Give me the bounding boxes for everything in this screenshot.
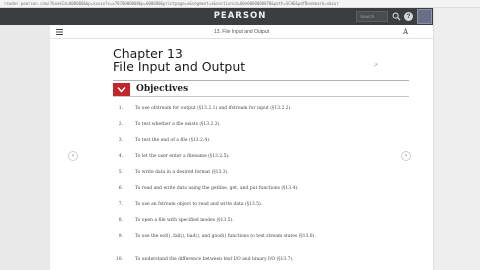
item-text[interactable]: To use ofstream for output (§13.2.1) and… bbox=[135, 105, 403, 112]
avatar[interactable] bbox=[417, 9, 432, 24]
item-number: 1. bbox=[118, 106, 123, 111]
next-page-button[interactable]: › bbox=[401, 151, 411, 161]
previous-page-button[interactable]: ‹ bbox=[68, 151, 78, 161]
search-input[interactable]: Search bbox=[356, 11, 388, 22]
item-text[interactable]: To understand the difference between tex… bbox=[135, 256, 403, 263]
item-text[interactable]: To use the eof(), fail(), bad(), and goo… bbox=[135, 233, 403, 240]
chevron-down-icon bbox=[117, 87, 126, 93]
search-placeholder: Search bbox=[360, 14, 375, 19]
item-text[interactable]: To open a file with specified modes (§13… bbox=[135, 217, 403, 224]
mouse-cursor-icon: ↗ bbox=[373, 63, 379, 69]
chapter-heading: File Input and Output bbox=[113, 59, 246, 74]
item-number: 9. bbox=[118, 234, 123, 239]
item-text[interactable]: To use an fstream object to read and wri… bbox=[135, 201, 403, 208]
item-text[interactable]: To write data in a desired format (§13.3… bbox=[135, 169, 403, 176]
item-number: 6. bbox=[118, 186, 123, 191]
item-number: 3. bbox=[118, 138, 123, 143]
reader-toolbar: 13. File Input and Output A bbox=[50, 25, 433, 39]
item-text[interactable]: To test the end of a file (§13.2.4). bbox=[135, 137, 403, 144]
item-text[interactable]: To test whether a file exists (§13.2.3). bbox=[135, 121, 403, 128]
item-text[interactable]: To let the user enter a filename (§13.2.… bbox=[135, 153, 403, 160]
item-number: 2. bbox=[118, 122, 123, 127]
chapter-divider bbox=[113, 80, 409, 81]
item-number: 4. bbox=[118, 154, 123, 159]
objectives-label: Objectives bbox=[136, 84, 189, 94]
font-size-icon[interactable]: A bbox=[403, 27, 408, 37]
objectives-header[interactable]: Objectives bbox=[113, 83, 409, 97]
address-url[interactable]: reader.pearson.com/?bookId=000000&bp=xxx… bbox=[4, 0, 474, 8]
chapter-title: 13. File Input and Output bbox=[213, 29, 270, 35]
reader-page: Chapter 13 File Input and Output ↗ Objec… bbox=[50, 39, 433, 270]
search-icon[interactable] bbox=[392, 12, 401, 21]
item-number: 5. bbox=[118, 170, 123, 175]
item-text[interactable]: To read and write data using the getline… bbox=[135, 185, 403, 192]
item-number: 8. bbox=[118, 218, 123, 223]
item-number: 10. bbox=[115, 257, 123, 262]
objectives-toggle[interactable] bbox=[113, 83, 130, 96]
item-number: 7. bbox=[118, 202, 123, 207]
address-bar[interactable]: reader.pearson.com/?bookId=000000&bp=xxx… bbox=[0, 0, 480, 8]
help-icon[interactable]: ? bbox=[404, 12, 413, 21]
top-bar: PEARSON Search ? bbox=[0, 8, 480, 25]
right-gutter bbox=[433, 8, 480, 270]
